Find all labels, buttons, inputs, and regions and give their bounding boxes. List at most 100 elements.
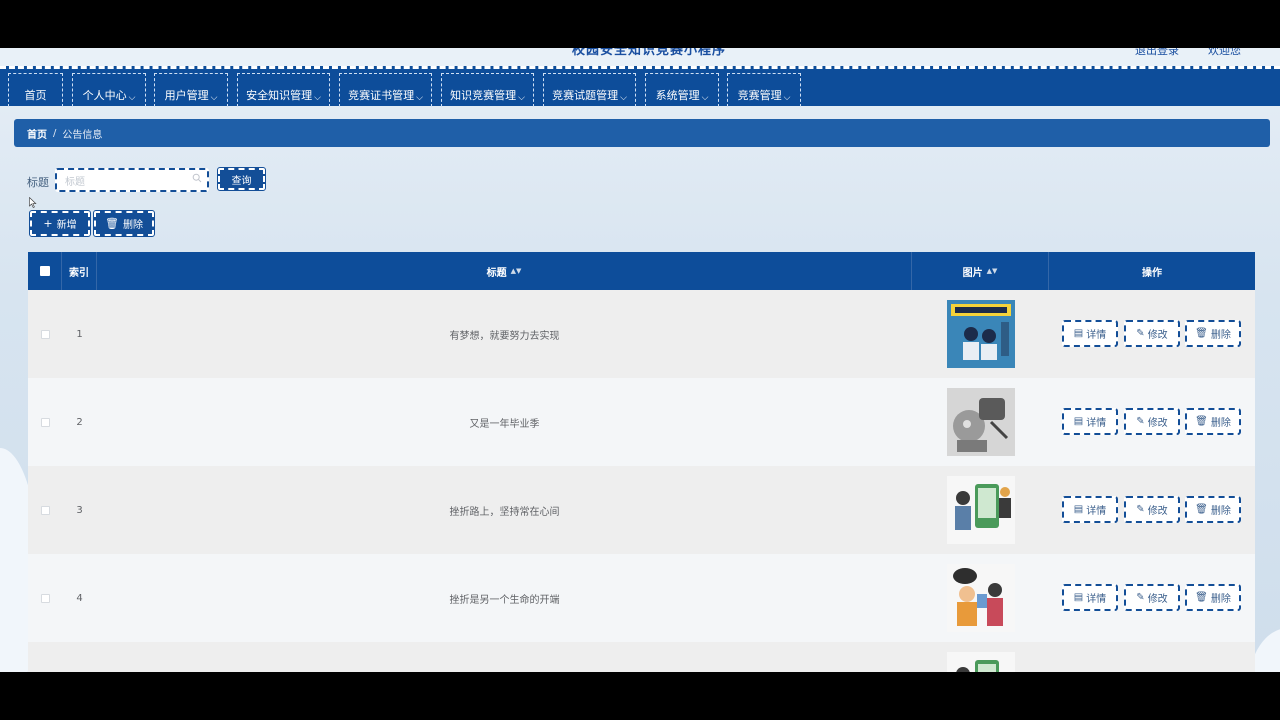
detail-label: 详情 xyxy=(1086,594,1107,605)
nav-item-system[interactable]: 系统管理 ⌵ xyxy=(645,73,719,107)
batch-delete-label: 删除 xyxy=(122,220,143,231)
edit-button[interactable]: ✎ 修改 xyxy=(1124,408,1180,435)
nav-label: 竞赛管理 xyxy=(737,89,782,102)
search-field[interactable] xyxy=(55,168,209,192)
breadcrumb-separator: / xyxy=(53,127,57,139)
select-all-cell xyxy=(28,252,62,290)
chevron-down-icon: ⌵ xyxy=(701,93,709,103)
document-icon: ▤ xyxy=(1073,328,1084,339)
row-image-cell xyxy=(912,378,1049,466)
pencil-icon: ✎ xyxy=(1136,328,1145,339)
delete-button[interactable]: 🗑 删除 xyxy=(1185,496,1241,523)
announcement-table: 索引 标题 ▲▼ 图片 ▲▼ 操作 1 有梦想，就要努力去实现 ▤ 详情 ✎ 修… xyxy=(28,252,1255,672)
row-title: 有梦想，就要努力去实现 xyxy=(449,330,560,342)
top-nav: 首页 个人中心 ⌵ 用户管理 ⌵ 安全知识管理 ⌵ 竞赛证书管理 ⌵ 知识竞赛管理 ⌵ 竞… xyxy=(0,66,1280,107)
detail-button[interactable]: ▤ 详情 xyxy=(1062,320,1118,347)
announcement-thumbnail[interactable] xyxy=(946,388,1015,456)
edit-button[interactable]: ✎ 修改 xyxy=(1124,496,1180,523)
select-all-checkbox[interactable] xyxy=(39,266,50,276)
chevron-down-icon: ⌵ xyxy=(314,93,321,103)
document-icon: ▤ xyxy=(1073,592,1084,603)
add-button[interactable]: + 新增 xyxy=(29,210,91,237)
row-checkbox-cell xyxy=(28,290,62,378)
detail-button[interactable]: ▤ 详情 xyxy=(1062,584,1118,611)
column-title-label: 标题 xyxy=(486,267,507,279)
letterbox-bottom xyxy=(0,672,1280,720)
table-row: 4 挫折是另一个生命的开端 ▤ 详情 ✎ 修改 🗑 删除 xyxy=(28,554,1255,642)
table-row: 3 挫折路上，坚持常在心间 ▤ 详情 ✎ 修改 🗑 删除 xyxy=(28,466,1255,554)
row-title: 又是一年毕业季 xyxy=(469,418,540,430)
column-title[interactable]: 标题 ▲▼ xyxy=(97,252,912,290)
detail-button[interactable]: ▤ 详情 xyxy=(1062,496,1118,523)
row-index: 5 xyxy=(62,642,97,672)
row-image-cell xyxy=(912,466,1049,554)
row-image-cell xyxy=(912,554,1049,642)
delete-label: 删除 xyxy=(1210,418,1231,429)
nav-item-safety-knowledge[interactable]: 安全知识管理 ⌵ xyxy=(237,73,330,107)
trash-icon: 🗑 xyxy=(105,217,119,230)
announcement-thumbnail[interactable] xyxy=(946,300,1015,368)
nav-item-home[interactable]: 首页 xyxy=(8,73,63,107)
announcement-thumbnail[interactable] xyxy=(946,476,1015,544)
nav-item-user-management[interactable]: 用户管理 ⌵ xyxy=(154,73,228,107)
row-checkbox[interactable] xyxy=(40,417,50,427)
batch-delete-button[interactable]: 🗑 删除 xyxy=(93,210,155,237)
detail-label: 详情 xyxy=(1086,330,1107,341)
announcement-thumbnail[interactable] xyxy=(946,564,1015,632)
breadcrumb-home[interactable]: 首页 xyxy=(27,126,47,141)
sort-icon[interactable]: ▲▼ xyxy=(511,267,522,275)
search-input[interactable] xyxy=(65,173,195,192)
column-index-label: 索引 xyxy=(69,267,89,279)
letterbox-top xyxy=(0,0,1280,48)
query-button[interactable]: 查询 xyxy=(217,167,266,191)
chevron-down-icon: ⌵ xyxy=(518,93,525,103)
table-row: 1 有梦想，就要努力去实现 ▤ 详情 ✎ 修改 🗑 删除 xyxy=(28,290,1255,378)
breadcrumb-current: 公告信息 xyxy=(62,129,103,141)
chevron-down-icon: ⌵ xyxy=(416,93,423,103)
nav-label: 个人中心 xyxy=(82,89,127,102)
logout-link[interactable]: 退出登录 xyxy=(1135,48,1179,58)
delete-button[interactable]: 🗑 删除 xyxy=(1185,320,1241,347)
nav-label: 系统管理 xyxy=(655,89,700,102)
nav-label: 首页 xyxy=(24,89,47,102)
row-checkbox-cell xyxy=(28,642,62,672)
plus-icon: + xyxy=(43,217,53,230)
row-checkbox[interactable] xyxy=(40,505,50,515)
nav-item-question-bank[interactable]: 竞赛试题管理 ⌵ xyxy=(543,73,636,107)
nav-item-personal-center[interactable]: 个人中心 ⌵ xyxy=(72,73,146,107)
query-button-label: 查询 xyxy=(231,175,252,187)
nav-item-certificate[interactable]: 竞赛证书管理 ⌵ xyxy=(339,73,432,107)
edit-label: 修改 xyxy=(1147,506,1168,517)
search-label: 标题 xyxy=(27,176,49,189)
column-actions: 操作 xyxy=(1049,252,1255,290)
add-button-label: 新增 xyxy=(56,220,77,231)
pencil-icon: ✎ xyxy=(1136,592,1145,603)
chevron-down-icon: ⌵ xyxy=(783,93,791,103)
delete-button[interactable]: 🗑 删除 xyxy=(1185,584,1241,611)
nav-label: 竞赛证书管理 xyxy=(348,89,415,102)
column-image[interactable]: 图片 ▲▼ xyxy=(912,252,1049,290)
row-index: 3 xyxy=(76,504,83,516)
delete-button[interactable]: 🗑 删除 xyxy=(1185,408,1241,435)
row-index: 2 xyxy=(76,416,83,428)
table-row: 2 又是一年毕业季 ▤ 详情 ✎ 修改 🗑 删除 xyxy=(28,378,1255,466)
detail-label: 详情 xyxy=(1086,506,1107,517)
edit-button[interactable]: ✎ 修改 xyxy=(1124,584,1180,611)
row-checkbox[interactable] xyxy=(40,593,50,603)
announcement-thumbnail[interactable] xyxy=(946,652,1015,672)
pencil-icon: ✎ xyxy=(1136,416,1145,427)
search-icon xyxy=(192,173,202,183)
detail-button[interactable]: ▤ 详情 xyxy=(1062,408,1118,435)
mouse-cursor-icon xyxy=(29,197,37,208)
detail-label: 详情 xyxy=(1086,418,1107,429)
sort-icon[interactable]: ▲▼ xyxy=(987,267,998,275)
edit-button[interactable]: ✎ 修改 xyxy=(1124,320,1180,347)
delete-label: 删除 xyxy=(1210,594,1231,605)
row-checkbox[interactable] xyxy=(40,329,50,339)
delete-label: 删除 xyxy=(1210,330,1231,341)
nav-item-contest[interactable]: 竞赛管理 ⌵ xyxy=(727,73,801,107)
site-title: 校园安全知识竞赛小程序 xyxy=(572,48,727,58)
nav-item-knowledge-contest[interactable]: 知识竞赛管理 ⌵ xyxy=(441,73,534,107)
document-icon: ▤ xyxy=(1073,504,1084,515)
trash-icon: 🗑 xyxy=(1195,328,1208,339)
